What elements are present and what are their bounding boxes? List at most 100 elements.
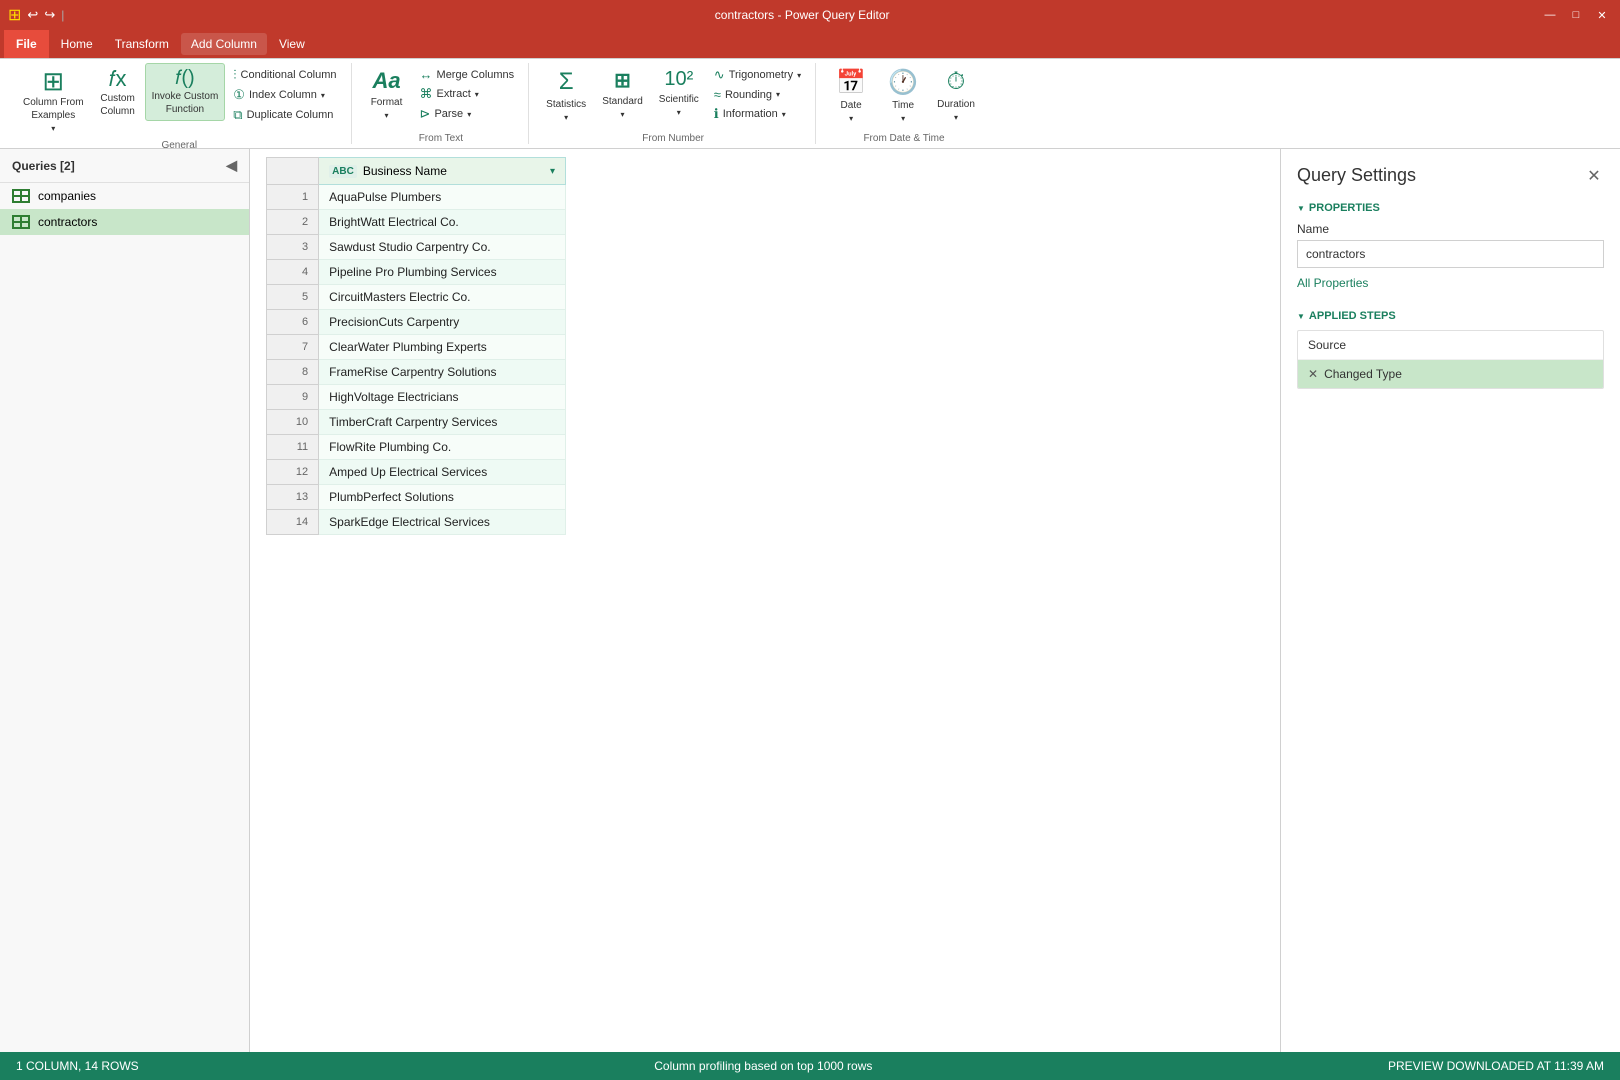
col-from-examples-icon: ⊞ [42, 68, 64, 94]
business-name-cell: Sawdust Studio Carpentry Co. [319, 235, 566, 260]
minimize-btn[interactable]: — [1540, 5, 1560, 25]
close-btn[interactable]: ✕ [1592, 5, 1612, 25]
business-name-header[interactable]: ABC Business Name ▾ [319, 158, 566, 185]
ribbon-from-number-buttons: Σ Statistics ▾ ⊞ Standard ▾ 10² Scientif… [539, 63, 807, 131]
business-name-cell: TimberCraft Carpentry Services [319, 410, 566, 435]
parse-label: Parse [434, 108, 463, 120]
extract-arrow: ▾ [475, 90, 479, 99]
col-from-examples-label: Column FromExamples [23, 96, 84, 122]
scientific-icon: 10² [664, 68, 693, 91]
table-row[interactable]: 1AquaPulse Plumbers [267, 185, 566, 210]
row-number: 12 [267, 460, 319, 485]
col-filter-arrow[interactable]: ▾ [550, 166, 555, 177]
row-number: 6 [267, 310, 319, 335]
duplicate-column-btn[interactable]: ⧉ Duplicate Column [227, 105, 342, 125]
standard-arrow: ▾ [620, 110, 624, 119]
status-col-row-count: 1 COLUMN, 14 ROWS [16, 1059, 139, 1073]
standard-btn[interactable]: ⊞ Standard ▾ [595, 63, 650, 124]
contractors-table-icon [12, 215, 30, 229]
table-row[interactable]: 6PrecisionCuts Carpentry [267, 310, 566, 335]
collapse-queries-btn[interactable]: ◀ [226, 157, 237, 174]
name-input[interactable] [1297, 240, 1604, 268]
information-icon: ℹ [714, 106, 719, 122]
row-num-header [267, 158, 319, 185]
menu-add-column[interactable]: Add Column [181, 33, 267, 55]
date-label: Date [841, 99, 862, 112]
time-btn[interactable]: 🕐 Time ▾ [878, 63, 928, 128]
trigonometry-arrow: ▾ [797, 71, 801, 80]
applied-steps-section: ▼ APPLIED STEPS Source ✕ Changed Type [1297, 310, 1604, 389]
step-source[interactable]: Source [1298, 331, 1603, 360]
ribbon-group-from-text: Aa Format ▾ ↔ Merge Columns ⌘ Extract ▾ [354, 63, 530, 144]
statistics-arrow: ▾ [564, 113, 568, 122]
parse-arrow: ▾ [467, 110, 471, 119]
parse-btn[interactable]: ⊳ Parse ▾ [414, 104, 521, 124]
data-grid[interactable]: ABC Business Name ▾ 1AquaPulse Plumbers2… [250, 149, 1280, 1052]
duration-btn[interactable]: ⏱ Duration ▾ [930, 63, 982, 127]
index-column-btn[interactable]: ① Index Column ▾ [227, 85, 342, 105]
table-row[interactable]: 9HighVoltage Electricians [267, 385, 566, 410]
redo-btn[interactable]: ↪ [44, 7, 55, 23]
business-name-cell: SparkEdge Electrical Services [319, 510, 566, 535]
col-from-examples-btn[interactable]: ⊞ Column FromExamples ▾ [16, 63, 91, 138]
table-row[interactable]: 10TimberCraft Carpentry Services [267, 410, 566, 435]
table-row[interactable]: 5CircuitMasters Electric Co. [267, 285, 566, 310]
settings-close-btn[interactable]: ✕ [1584, 166, 1604, 186]
custom-column-btn[interactable]: 𝑓x CustomColumn [93, 63, 143, 123]
menu-home[interactable]: Home [51, 33, 103, 55]
extract-label: Extract [437, 88, 471, 100]
step-changed-type[interactable]: ✕ Changed Type [1298, 360, 1603, 388]
duration-icon: ⏱ [947, 68, 966, 96]
standard-icon: ⊞ [614, 68, 631, 93]
format-btn[interactable]: Aa Format ▾ [362, 63, 412, 125]
table-row[interactable]: 8FrameRise Carpentry Solutions [267, 360, 566, 385]
table-row[interactable]: 11FlowRite Plumbing Co. [267, 435, 566, 460]
extract-btn[interactable]: ⌘ Extract ▾ [414, 84, 521, 104]
menu-transform[interactable]: Transform [105, 33, 179, 55]
table-row[interactable]: 13PlumbPerfect Solutions [267, 485, 566, 510]
ribbon-small-col-number: ∿ Trigonometry ▾ ≈ Rounding ▾ ℹ Informat… [708, 65, 807, 124]
trigonometry-btn[interactable]: ∿ Trigonometry ▾ [708, 65, 807, 85]
applied-steps-triangle: ▼ [1297, 312, 1305, 321]
table-row[interactable]: 14SparkEdge Electrical Services [267, 510, 566, 535]
table-row[interactable]: 3Sawdust Studio Carpentry Co. [267, 235, 566, 260]
date-btn[interactable]: 📅 Date ▾ [826, 63, 876, 128]
changed-type-label: Changed Type [1324, 367, 1402, 381]
col-type-icon: ABC [329, 165, 357, 178]
business-name-cell: Pipeline Pro Plumbing Services [319, 260, 566, 285]
scientific-btn[interactable]: 10² Scientific ▾ [652, 63, 706, 122]
title-bar: ⊞ ↩ ↪ | contractors - Power Query Editor… [0, 0, 1620, 30]
merge-columns-btn[interactable]: ↔ Merge Columns [414, 65, 521, 84]
statistics-btn[interactable]: Σ Statistics ▾ [539, 63, 593, 127]
source-label: Source [1308, 338, 1346, 352]
table-row[interactable]: 7ClearWater Plumbing Experts [267, 335, 566, 360]
all-properties-link[interactable]: All Properties [1297, 276, 1604, 290]
invoke-custom-fn-btn[interactable]: 𝑓() Invoke CustomFunction [145, 63, 226, 121]
from-datetime-group-label: From Date & Time [863, 131, 944, 144]
query-item-contractors[interactable]: contractors [0, 209, 249, 235]
menu-bar: File Home Transform Add Column View [0, 30, 1620, 58]
time-label: Time [892, 99, 914, 112]
table-row[interactable]: 4Pipeline Pro Plumbing Services [267, 260, 566, 285]
conditional-column-btn[interactable]: ⫶ Conditional Column [227, 65, 342, 85]
information-btn[interactable]: ℹ Information ▾ [708, 104, 807, 124]
changed-type-gear-icon: ✕ [1308, 367, 1318, 381]
row-number: 2 [267, 210, 319, 235]
business-name-cell: BrightWatt Electrical Co. [319, 210, 566, 235]
undo-btn[interactable]: ↩ [27, 7, 38, 23]
menu-view[interactable]: View [269, 33, 315, 55]
table-row[interactable]: 12Amped Up Electrical Services [267, 460, 566, 485]
duration-arrow: ▾ [954, 113, 958, 122]
maximize-btn[interactable]: □ [1566, 5, 1586, 25]
query-item-companies[interactable]: companies [0, 183, 249, 209]
col-from-examples-arrow: ▾ [51, 124, 55, 133]
format-label: Format [371, 96, 403, 109]
menu-file[interactable]: File [4, 30, 49, 58]
invoke-custom-fn-icon: 𝑓() [175, 68, 195, 88]
properties-section-header: ▼ PROPERTIES [1297, 202, 1604, 214]
query-settings-panel: Query Settings ✕ ▼ PROPERTIES Name All P… [1280, 149, 1620, 1052]
rounding-btn[interactable]: ≈ Rounding ▾ [708, 85, 807, 104]
queries-panel: Queries [2] ◀ companies contractors [0, 149, 250, 1052]
from-text-group-label: From Text [419, 131, 463, 144]
table-row[interactable]: 2BrightWatt Electrical Co. [267, 210, 566, 235]
